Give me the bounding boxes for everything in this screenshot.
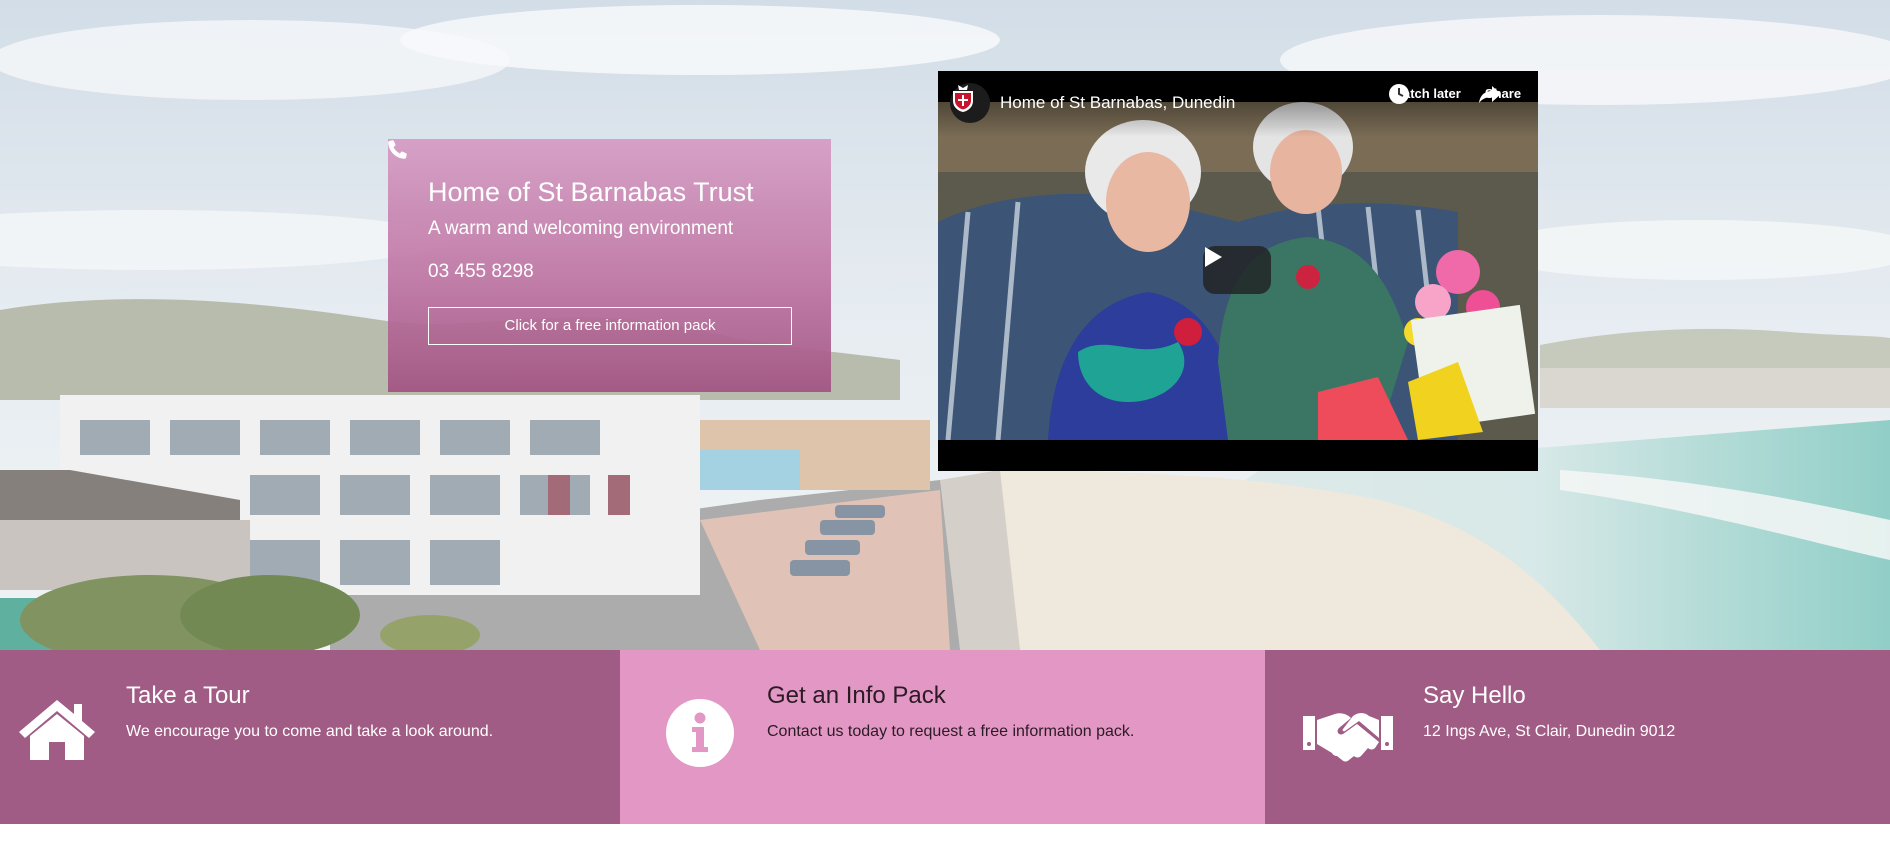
info-icon <box>666 699 734 767</box>
video-title[interactable]: Home of St Barnabas, Dunedin <box>1000 92 1235 114</box>
page-title: Home of St Barnabas Trust <box>428 177 754 207</box>
feature-text: Contact us today to request a free infor… <box>767 723 1135 740</box>
feature-title: Take a Tour <box>126 682 250 709</box>
tagline: A warm and welcoming environment <box>428 218 734 239</box>
play-icon <box>1205 247 1222 267</box>
play-button[interactable] <box>1203 246 1271 294</box>
page: Home of St Barnabas Trust A warm and wel… <box>0 0 1890 845</box>
clock-icon <box>1389 84 1409 104</box>
free-info-pack-button[interactable]: Click for a free information pack <box>428 307 792 345</box>
crest-logo-icon <box>953 85 973 112</box>
feature-say-hello[interactable]: Say Hello 12 Ings Ave, St Clair, Dunedin… <box>1265 650 1890 824</box>
house-icon <box>19 700 95 760</box>
phone-number: 03 455 8298 <box>428 261 534 282</box>
watch-later-button[interactable]: Watch later <box>1388 83 1464 104</box>
video-player[interactable]: Home of St Barnabas, Dunedin Watch later… <box>938 71 1538 471</box>
info-card: Home of St Barnabas Trust A warm and wel… <box>388 139 831 392</box>
feature-title: Say Hello <box>1423 682 1526 709</box>
phone-icon <box>388 140 407 159</box>
phone-link[interactable]: 03 455 8298 <box>388 140 791 284</box>
feature-title: Get an Info Pack <box>767 682 946 709</box>
feature-address: 12 Ings Ave, St Clair, Dunedin 9012 <box>1423 723 1676 740</box>
feature-take-a-tour[interactable]: Take a Tour We encourage you to come and… <box>0 650 620 824</box>
hero-section: Home of St Barnabas Trust A warm and wel… <box>0 0 1890 650</box>
channel-logo[interactable] <box>950 83 990 123</box>
feature-text: We encourage you to come and take a look… <box>126 723 494 740</box>
handshake-icon <box>1303 713 1393 762</box>
share-icon <box>1479 86 1501 103</box>
feature-get-info-pack[interactable]: Get an Info Pack Contact us today to req… <box>620 650 1265 824</box>
share-button[interactable]: Share <box>1478 83 1528 103</box>
feature-strip: Take a Tour We encourage you to come and… <box>0 650 1890 824</box>
